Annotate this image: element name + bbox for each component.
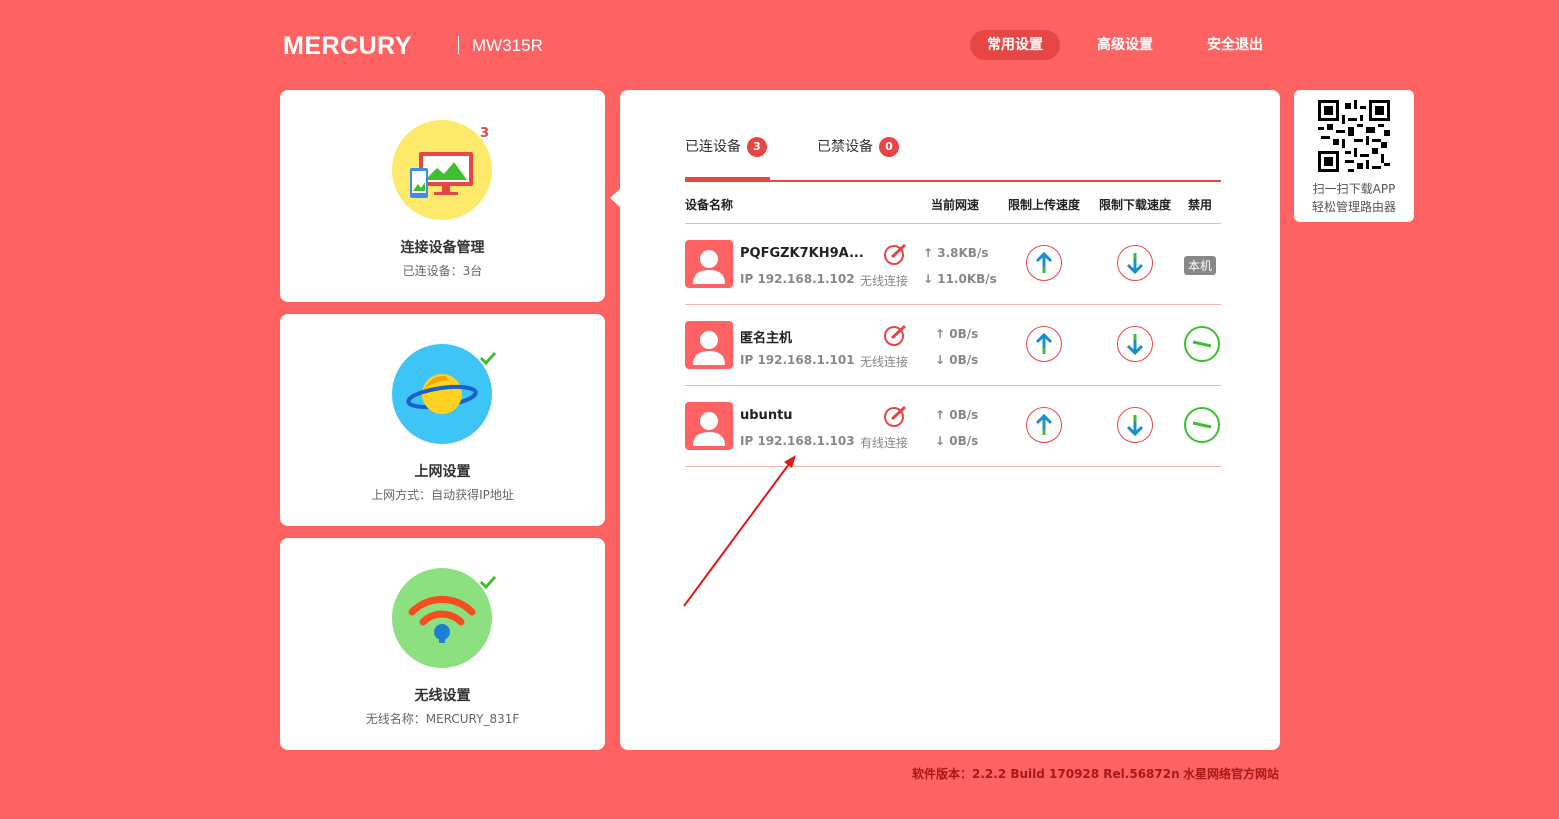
logo-divider — [458, 36, 459, 54]
wifi-icon — [392, 568, 492, 668]
card-wireless-settings[interactable]: 无线设置 无线名称：MERCURY_831F — [280, 538, 605, 750]
card-title: 连接设备管理 — [400, 240, 485, 256]
table-row: PQFGZK7KH9A... IP 192.168.1.102 无线连接 ↑ 3… — [685, 224, 1221, 304]
tab-divider — [685, 180, 1221, 182]
official-site-link[interactable]: 水星网络官方网站 — [1183, 765, 1279, 782]
firmware-version: 软件版本：2.2.2 Build 170928 Rel.56872n — [912, 767, 1180, 781]
device-count-badge: 3 — [480, 126, 490, 141]
device-ip: IP 192.168.1.102 — [740, 272, 855, 286]
connection-type: 无线连接 — [860, 274, 909, 288]
arrow-up-icon — [1035, 332, 1053, 354]
card-title: 无线设置 — [414, 688, 471, 704]
arrow-down-icon — [1126, 415, 1144, 437]
tab-count: 3 — [747, 137, 767, 157]
upload-limit-button[interactable] — [1026, 326, 1062, 362]
nav-advanced-settings[interactable]: 高级设置 — [1080, 30, 1170, 60]
device-name: ubuntu — [740, 408, 793, 423]
download-limit-button[interactable] — [1117, 407, 1153, 443]
tab-label: 已连设备 — [685, 139, 741, 155]
card-subtitle: 上网方式：自动获得IP地址 — [371, 488, 514, 502]
arrow-up-icon — [1035, 413, 1053, 435]
connection-type: 有线连接 — [860, 436, 909, 450]
connection-type: 无线连接 — [860, 355, 909, 369]
tab-connected-devices[interactable]: 已连设备 3 — [685, 136, 767, 157]
device-ip: IP 192.168.1.101 — [740, 353, 855, 367]
card-title: 上网设置 — [414, 464, 471, 480]
tab-label: 已禁设备 — [817, 139, 873, 155]
device-panel: 已连设备 3 已禁设备 0 设备名称 当前网速 限制上传速度 限制下载速度 禁用 P… — [620, 90, 1280, 750]
table-row: 匿名主机 IP 192.168.1.101 无线连接 ↑ 0B/s ↓ 0B/s — [685, 305, 1221, 385]
download-limit-button[interactable] — [1117, 245, 1153, 281]
upload-speed: ↑ 0B/s — [935, 327, 979, 341]
upload-limit-button[interactable] — [1026, 407, 1062, 443]
local-device-badge: 本机 — [1184, 256, 1217, 275]
edit-icon[interactable] — [883, 242, 909, 266]
check-icon — [479, 575, 497, 590]
download-speed-value: 11.0KB/s — [937, 272, 997, 286]
edit-icon[interactable] — [883, 404, 909, 428]
upload-speed-value: 0B/s — [949, 327, 979, 341]
col-header-block: 禁用 — [1188, 198, 1213, 212]
tab-blocked-devices[interactable]: 已禁设备 0 — [817, 136, 899, 157]
col-header-upload-limit: 限制上传速度 — [1008, 198, 1081, 212]
device-name: 匿名主机 — [740, 331, 793, 346]
edit-icon[interactable] — [883, 323, 909, 347]
check-icon — [479, 351, 497, 366]
app-qr-panel: 扫一扫下载APP 轻松管理路由器 — [1294, 90, 1414, 222]
devices-icon — [392, 120, 492, 220]
arrow-up-icon — [1035, 251, 1053, 273]
card-subtitle: 已连设备：3台 — [402, 264, 483, 278]
download-limit-button[interactable] — [1117, 326, 1153, 362]
card-device-management[interactable]: 3 连接设备管理 已连设备：3台 — [280, 90, 605, 302]
upload-limit-button[interactable] — [1026, 245, 1062, 281]
nav-common-settings[interactable]: 常用设置 — [970, 30, 1060, 60]
qr-code-icon — [1318, 100, 1390, 172]
user-avatar-icon — [685, 402, 733, 450]
tab-count: 0 — [879, 137, 899, 157]
upload-speed-value: 3.8KB/s — [937, 246, 989, 260]
download-speed: ↓ 11.0KB/s — [923, 272, 997, 286]
device-name: PQFGZK7KH9A... — [740, 246, 864, 261]
download-speed-value: 0B/s — [949, 434, 979, 448]
block-icon — [1192, 421, 1212, 429]
block-device-button[interactable] — [1184, 326, 1220, 362]
block-icon — [1192, 340, 1212, 348]
model-name: MW315R — [472, 36, 543, 55]
card-internet-settings[interactable]: 上网设置 上网方式：自动获得IP地址 — [280, 314, 605, 526]
upload-speed: ↑ 3.8KB/s — [923, 246, 989, 260]
upload-speed-value: 0B/s — [949, 408, 979, 422]
download-speed: ↓ 0B/s — [935, 353, 979, 367]
planet-icon — [392, 344, 492, 444]
brand-logo: MERCURY — [283, 32, 412, 60]
arrow-down-icon — [1126, 253, 1144, 275]
col-header-speed: 当前网速 — [931, 198, 980, 212]
download-speed: ↓ 0B/s — [935, 434, 979, 448]
arrow-down-icon — [1126, 334, 1144, 356]
device-ip: IP 192.168.1.103 — [740, 434, 855, 448]
upload-speed: ↑ 0B/s — [935, 408, 979, 422]
nav-logout[interactable]: 安全退出 — [1190, 30, 1280, 60]
download-speed-value: 0B/s — [949, 353, 979, 367]
col-header-device-name: 设备名称 — [685, 198, 734, 212]
qr-caption-line2: 轻松管理路由器 — [1311, 200, 1396, 214]
qr-caption-line1: 扫一扫下载APP — [1312, 182, 1396, 196]
block-device-button[interactable] — [1184, 407, 1220, 443]
col-header-download-limit: 限制下载速度 — [1099, 198, 1172, 212]
annotation-arrow-icon — [683, 455, 796, 607]
user-avatar-icon — [685, 321, 733, 369]
user-avatar-icon — [685, 240, 733, 288]
card-subtitle: 无线名称：MERCURY_831F — [365, 712, 520, 726]
